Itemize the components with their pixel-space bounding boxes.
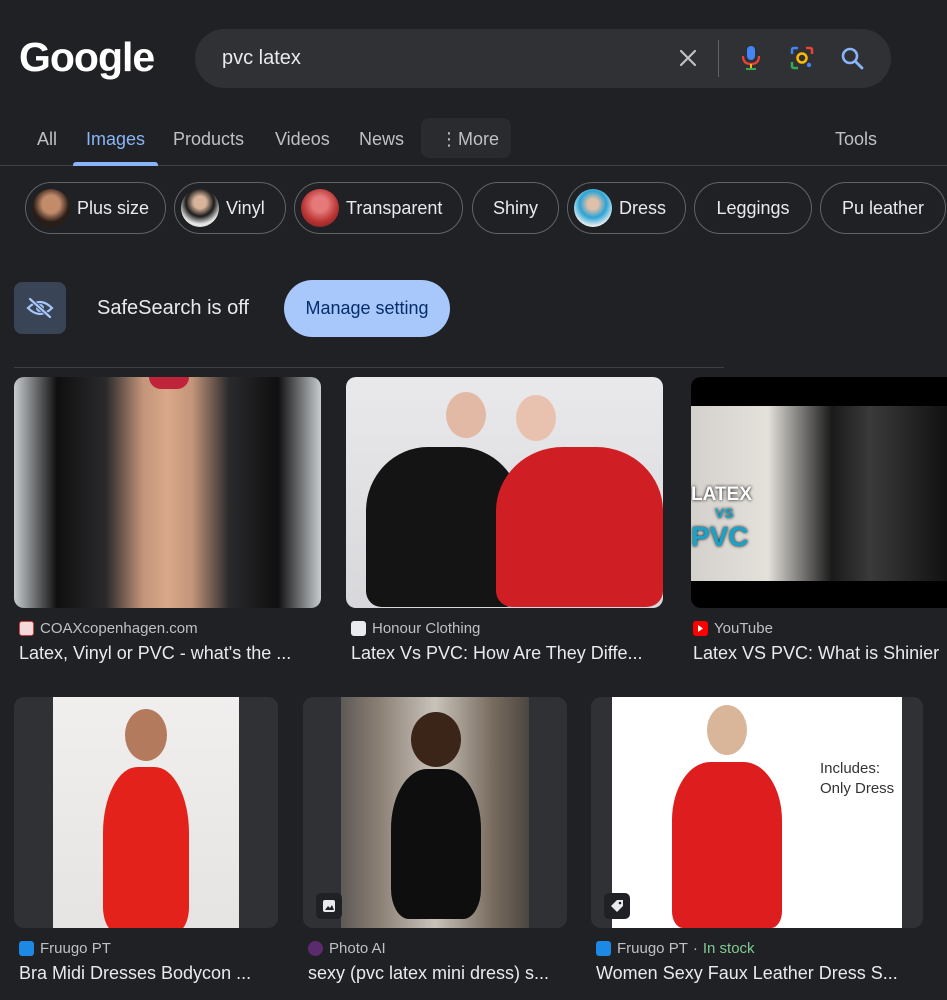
tab-more[interactable]: More	[458, 129, 499, 150]
tab-videos[interactable]: Videos	[275, 129, 330, 150]
chip-transparent[interactable]: Transparent	[294, 182, 463, 234]
manage-setting-button[interactable]: Manage setting	[284, 280, 450, 337]
clear-icon[interactable]	[673, 43, 703, 73]
result-source-2[interactable]: Honour Clothing	[351, 620, 480, 637]
chip-pu-leather[interactable]: Pu leather	[820, 182, 946, 234]
result-source-4[interactable]: Fruugo PT	[19, 940, 111, 957]
tab-images[interactable]: Images	[86, 129, 145, 150]
refinement-chips: Plus size Vinyl Transparent Shiny Dress …	[0, 182, 947, 234]
site-favicon-icon	[308, 941, 323, 956]
result-image-1[interactable]	[14, 377, 321, 608]
chip-thumbnail	[574, 189, 612, 227]
result-title-2[interactable]: Latex Vs PVC: How Are They Diffe...	[351, 643, 661, 664]
chip-vinyl[interactable]: Vinyl	[174, 182, 286, 234]
result-image-2[interactable]	[346, 377, 663, 608]
result-image-3[interactable]: LATEX VS PVC	[691, 377, 947, 608]
heart-favicon-icon	[351, 621, 366, 636]
google-logo[interactable]: Google	[19, 34, 155, 81]
safesearch-toggle[interactable]	[14, 282, 66, 334]
microphone-icon[interactable]	[736, 43, 766, 73]
tab-news[interactable]: News	[359, 129, 404, 150]
search-input[interactable]: pvc latex	[222, 47, 301, 70]
image-overlay-text: LATEX VS PVC	[691, 484, 752, 552]
image-dress	[103, 767, 189, 928]
result-title-5[interactable]: sexy (pvc latex mini dress) s...	[308, 963, 568, 984]
chip-label: Leggings	[716, 197, 790, 218]
image-face	[125, 709, 167, 761]
chip-label: Transparent	[346, 197, 443, 218]
result-image-5[interactable]	[341, 697, 529, 928]
result-card-4[interactable]	[14, 697, 278, 928]
source-label: Fruugo PT	[40, 940, 111, 957]
site-favicon-icon	[19, 941, 34, 956]
stock-status: In stock	[702, 940, 755, 957]
source-label: Fruugo PT	[617, 940, 688, 957]
chip-label: Plus size	[77, 197, 150, 218]
result-title-4[interactable]: Bra Midi Dresses Bodycon ...	[19, 963, 279, 984]
chip-leggings[interactable]: Leggings	[694, 182, 812, 234]
camera-lens-icon[interactable]	[787, 43, 817, 73]
chip-thumbnail	[32, 189, 70, 227]
image-face	[707, 705, 747, 755]
chip-thumbnail	[301, 189, 339, 227]
separator: ·	[692, 940, 698, 957]
chip-shiny[interactable]: Shiny	[472, 182, 559, 234]
result-image-6[interactable]: Includes: Only Dress	[612, 697, 902, 928]
chip-dress[interactable]: Dress	[567, 182, 686, 234]
chip-label: Dress	[619, 197, 667, 218]
chip-thumbnail	[181, 189, 219, 227]
divider	[14, 367, 724, 368]
image-detail	[149, 377, 189, 389]
site-favicon-icon	[596, 941, 611, 956]
chip-plus-size[interactable]: Plus size	[25, 182, 166, 234]
youtube-icon	[693, 621, 708, 636]
eye-off-icon	[26, 297, 54, 319]
tab-tools[interactable]: Tools	[835, 129, 877, 150]
result-image-4[interactable]	[53, 697, 239, 928]
chip-label: Pu leather	[841, 197, 925, 218]
image-overlay-text: Includes: Only Dress	[820, 760, 895, 797]
result-source-5[interactable]: Photo AI	[308, 940, 386, 957]
search-bar[interactable]: pvc latex	[195, 29, 891, 88]
chip-label: Vinyl	[226, 197, 265, 218]
image-face	[516, 395, 556, 441]
tab-all[interactable]: All	[37, 129, 57, 150]
site-favicon-icon	[19, 621, 34, 636]
image-face	[446, 392, 486, 438]
source-label: Honour Clothing	[372, 620, 481, 637]
image-dress	[672, 762, 782, 928]
image-face	[411, 712, 461, 767]
result-title-3[interactable]: Latex VS PVC: What is Shinier	[693, 643, 947, 664]
safesearch-status: SafeSearch is off	[97, 297, 249, 319]
result-source-1[interactable]: COAXcopenhagen.com	[19, 620, 198, 637]
image-badge-icon	[316, 893, 342, 919]
result-source-3[interactable]: YouTube	[693, 620, 773, 637]
search-icon[interactable]	[837, 43, 867, 73]
image-dress	[391, 769, 481, 919]
active-tab-indicator	[73, 162, 158, 166]
tab-products[interactable]: Products	[173, 129, 244, 150]
source-label: YouTube	[714, 620, 773, 637]
result-card-6[interactable]: Includes: Only Dress	[591, 697, 923, 928]
result-title-1[interactable]: Latex, Vinyl or PVC - what's the ...	[19, 643, 319, 664]
search-divider	[718, 40, 719, 77]
chip-label: Shiny	[492, 197, 539, 218]
more-icon[interactable]: ⋮	[440, 129, 458, 150]
search-tabs: All Images Products Videos News ⋮ More T…	[0, 118, 947, 166]
tag-icon	[604, 893, 630, 919]
result-source-6[interactable]: Fruugo PT · In stock	[596, 940, 755, 957]
image-figure-red	[496, 447, 663, 607]
source-label: COAXcopenhagen.com	[40, 620, 198, 637]
result-title-6[interactable]: Women Sexy Faux Leather Dress S...	[596, 963, 926, 984]
source-label: Photo AI	[329, 940, 386, 957]
result-card-5[interactable]	[303, 697, 567, 928]
